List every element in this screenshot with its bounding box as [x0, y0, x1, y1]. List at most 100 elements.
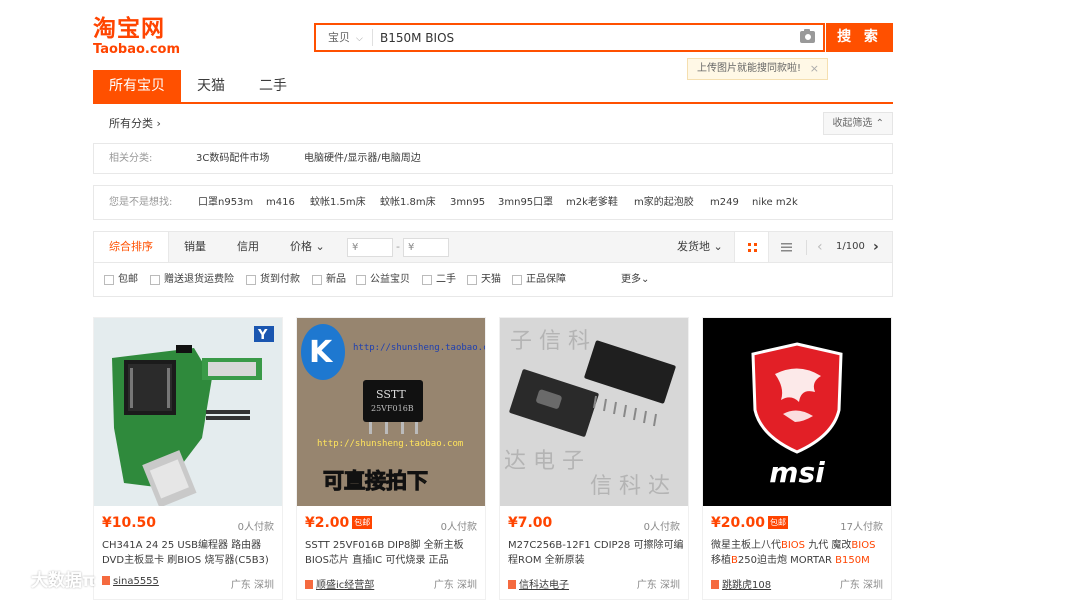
paid-count: 17人付款 [840, 522, 883, 533]
shop-link[interactable]: 信科达电子 [508, 576, 569, 591]
checkbox[interactable] [246, 275, 256, 285]
price-value: ¥7.00 [508, 515, 553, 531]
suggestion-item[interactable]: 蚊帐1.5m床 [310, 186, 366, 219]
svg-text:子 信 科: 子 信 科 [510, 329, 590, 354]
search-button[interactable]: 搜 索 [826, 23, 893, 52]
more-filters-button[interactable]: 更多⌄ [621, 263, 649, 297]
suggestion-item[interactable]: 3mn95口罩 [498, 186, 553, 219]
free-shipping-badge: 包邮 [768, 516, 789, 529]
sort-default[interactable]: 综合排序 [94, 232, 169, 262]
prev-page-icon[interactable]: ‹ [817, 232, 823, 262]
suggestion-item[interactable]: m2k老爹鞋 [566, 186, 618, 219]
sort-credit[interactable]: 信用 [237, 232, 259, 262]
filter-label[interactable]: 货到付款 [260, 263, 300, 297]
suggestion-item[interactable]: m家的起泡胶 [634, 186, 694, 219]
checkbox[interactable] [150, 275, 160, 285]
price-max-input[interactable]: ¥ [403, 238, 449, 257]
next-page-icon[interactable]: › [873, 232, 879, 262]
suggestion-item[interactable]: m416 [266, 186, 295, 219]
all-categories-link[interactable]: 所有分类 › [109, 112, 161, 136]
suggestions-label: 您是不是想找: [109, 197, 173, 208]
product-price: ¥2.00 包邮 [305, 515, 373, 531]
location: 广东 深圳 [636, 580, 680, 591]
related-item[interactable]: 电脑硬件/显示器/电脑周边 [304, 144, 421, 173]
logo-en: Taobao.com [93, 42, 181, 57]
suggestion-item[interactable]: 蚊帐1.8m床 [380, 186, 436, 219]
ship-from-select[interactable]: 发货地 ⌄ [677, 232, 723, 262]
product-card[interactable]: K http://shunsheng.taobao.com SSTT 25VF0… [296, 317, 486, 600]
checkbox[interactable] [312, 275, 322, 285]
suggestion-item[interactable]: 口罩n953m [198, 186, 253, 219]
filter-label[interactable]: 天猫 [481, 263, 501, 297]
price-value: ¥10.50 [102, 515, 157, 531]
suggestion-item[interactable]: nike m2k [752, 186, 798, 219]
chip-label: SSTT [376, 388, 406, 401]
camera-icon[interactable] [800, 29, 815, 43]
checkbox[interactable] [512, 275, 522, 285]
shop-link[interactable]: 跳跳虎108 [711, 576, 771, 591]
image-url-text: http://shunsheng.taobao.com [317, 439, 463, 449]
product-title[interactable]: M27C256B-12F1 CDIP28 可擦除可编程ROM 全新原装 [508, 538, 684, 568]
free-shipping-badge: 包邮 [352, 516, 373, 529]
title-part: 移植 [711, 555, 731, 566]
chip-label-2: 25VF016B [371, 404, 414, 413]
tab-secondhand[interactable]: 二手 [241, 70, 305, 102]
suggestions: 您是不是想找: 口罩n953m m416 蚊帐1.5m床 蚊帐1.8m床 3mn… [93, 185, 893, 220]
filter-label[interactable]: 赠送退货运费险 [164, 263, 234, 297]
filter-label[interactable]: 包邮 [118, 263, 138, 297]
product-price: ¥10.50 [102, 515, 156, 531]
collapse-filter-button[interactable]: 收起筛选 ⌃ [823, 112, 893, 135]
shop-icon [508, 580, 516, 589]
shop-link[interactable]: 顺盛ic经营部 [305, 576, 374, 591]
list-view-icon[interactable] [769, 232, 804, 262]
location: 广东 深圳 [433, 580, 477, 591]
shop-icon [102, 576, 110, 585]
breadcrumb: 所有分类 › 收起筛选 ⌃ [93, 112, 893, 136]
title-part: 微星主板上八代 [711, 540, 781, 551]
tab-tmall[interactable]: 天猫 [181, 70, 241, 102]
sort-sales[interactable]: 销量 [184, 232, 206, 262]
checkbox[interactable] [104, 275, 114, 285]
price-dash: - [396, 240, 400, 253]
paid-count: 0人付款 [237, 522, 274, 533]
product-image[interactable]: 子 信 科 达 电 子 信 科 达 [500, 318, 688, 506]
divider [372, 29, 373, 46]
filter-label[interactable]: 公益宝贝 [370, 263, 410, 297]
checkbox[interactable] [356, 275, 366, 285]
filter-label[interactable]: 二手 [436, 263, 456, 297]
product-image[interactable]: msi [703, 318, 891, 506]
suggestion-item[interactable]: 3mn95 [450, 186, 485, 219]
location: 广东 深圳 [230, 580, 274, 591]
shop-name: 顺盛ic经营部 [316, 580, 375, 591]
product-title[interactable]: SSTT 25VF016B DIP8脚 全新主板BIOS芯片 直插IC 可代烧录… [305, 538, 481, 568]
chevron-down-icon: ⌵ [356, 34, 363, 44]
taobao-logo[interactable]: 淘宝网 Taobao.com [93, 16, 193, 62]
filter-checkboxes: 包邮 赠送退货运费险 货到付款 新品 公益宝贝 二手 天猫 正品保障 更多⌄ [94, 263, 892, 297]
product-title[interactable]: CH341A 24 25 USB编程器 路由器 DVD主板显卡 刷BIOS 烧写… [102, 538, 278, 568]
suggestion-item[interactable]: m249 [710, 186, 739, 219]
search-tabs: 所有宝贝 天猫 二手 [93, 70, 893, 104]
title-highlight: BIOS [781, 540, 806, 551]
image-url-text: http://shunsheng.taobao.com [353, 343, 485, 353]
watermark-text: 大数据π [31, 571, 96, 591]
checkbox[interactable] [422, 275, 432, 285]
search-input[interactable] [378, 25, 798, 50]
filter-label[interactable]: 正品保障 [526, 263, 566, 297]
related-item[interactable]: 3C数码配件市场 [196, 144, 269, 173]
title-highlight: B [731, 555, 738, 566]
filter-label[interactable]: 新品 [326, 263, 346, 297]
product-card[interactable]: 子 信 科 达 电 子 信 科 达 ¥7.00 0人付款 M27C256B-12… [499, 317, 689, 600]
sort-price[interactable]: 价格 ⌄ [290, 232, 325, 262]
product-image[interactable]: Y [94, 318, 282, 506]
checkbox[interactable] [467, 275, 477, 285]
product-card[interactable]: Y ¥10.50 0人付款 CH341A 24 25 USB编程器 路由器 DV… [93, 317, 283, 600]
product-card[interactable]: msi ¥20.00 包邮 17人付款 微星主板上八代BIOS 九代 魔改BIOS… [702, 317, 892, 600]
weibo-icon [8, 573, 26, 587]
product-image[interactable]: K http://shunsheng.taobao.com SSTT 25VF0… [297, 318, 485, 506]
price-min-input[interactable]: ¥ [347, 238, 393, 257]
product-title[interactable]: 微星主板上八代BIOS 九代 魔改BIOS 移植B250迫击炮 MORTAR B… [711, 538, 887, 568]
search-type-select[interactable]: 宝贝 ⌵ [316, 25, 372, 50]
grid-view-icon[interactable] [734, 232, 769, 262]
shop-link[interactable]: sina5555 [102, 576, 159, 587]
tab-all[interactable]: 所有宝贝 [93, 70, 181, 102]
